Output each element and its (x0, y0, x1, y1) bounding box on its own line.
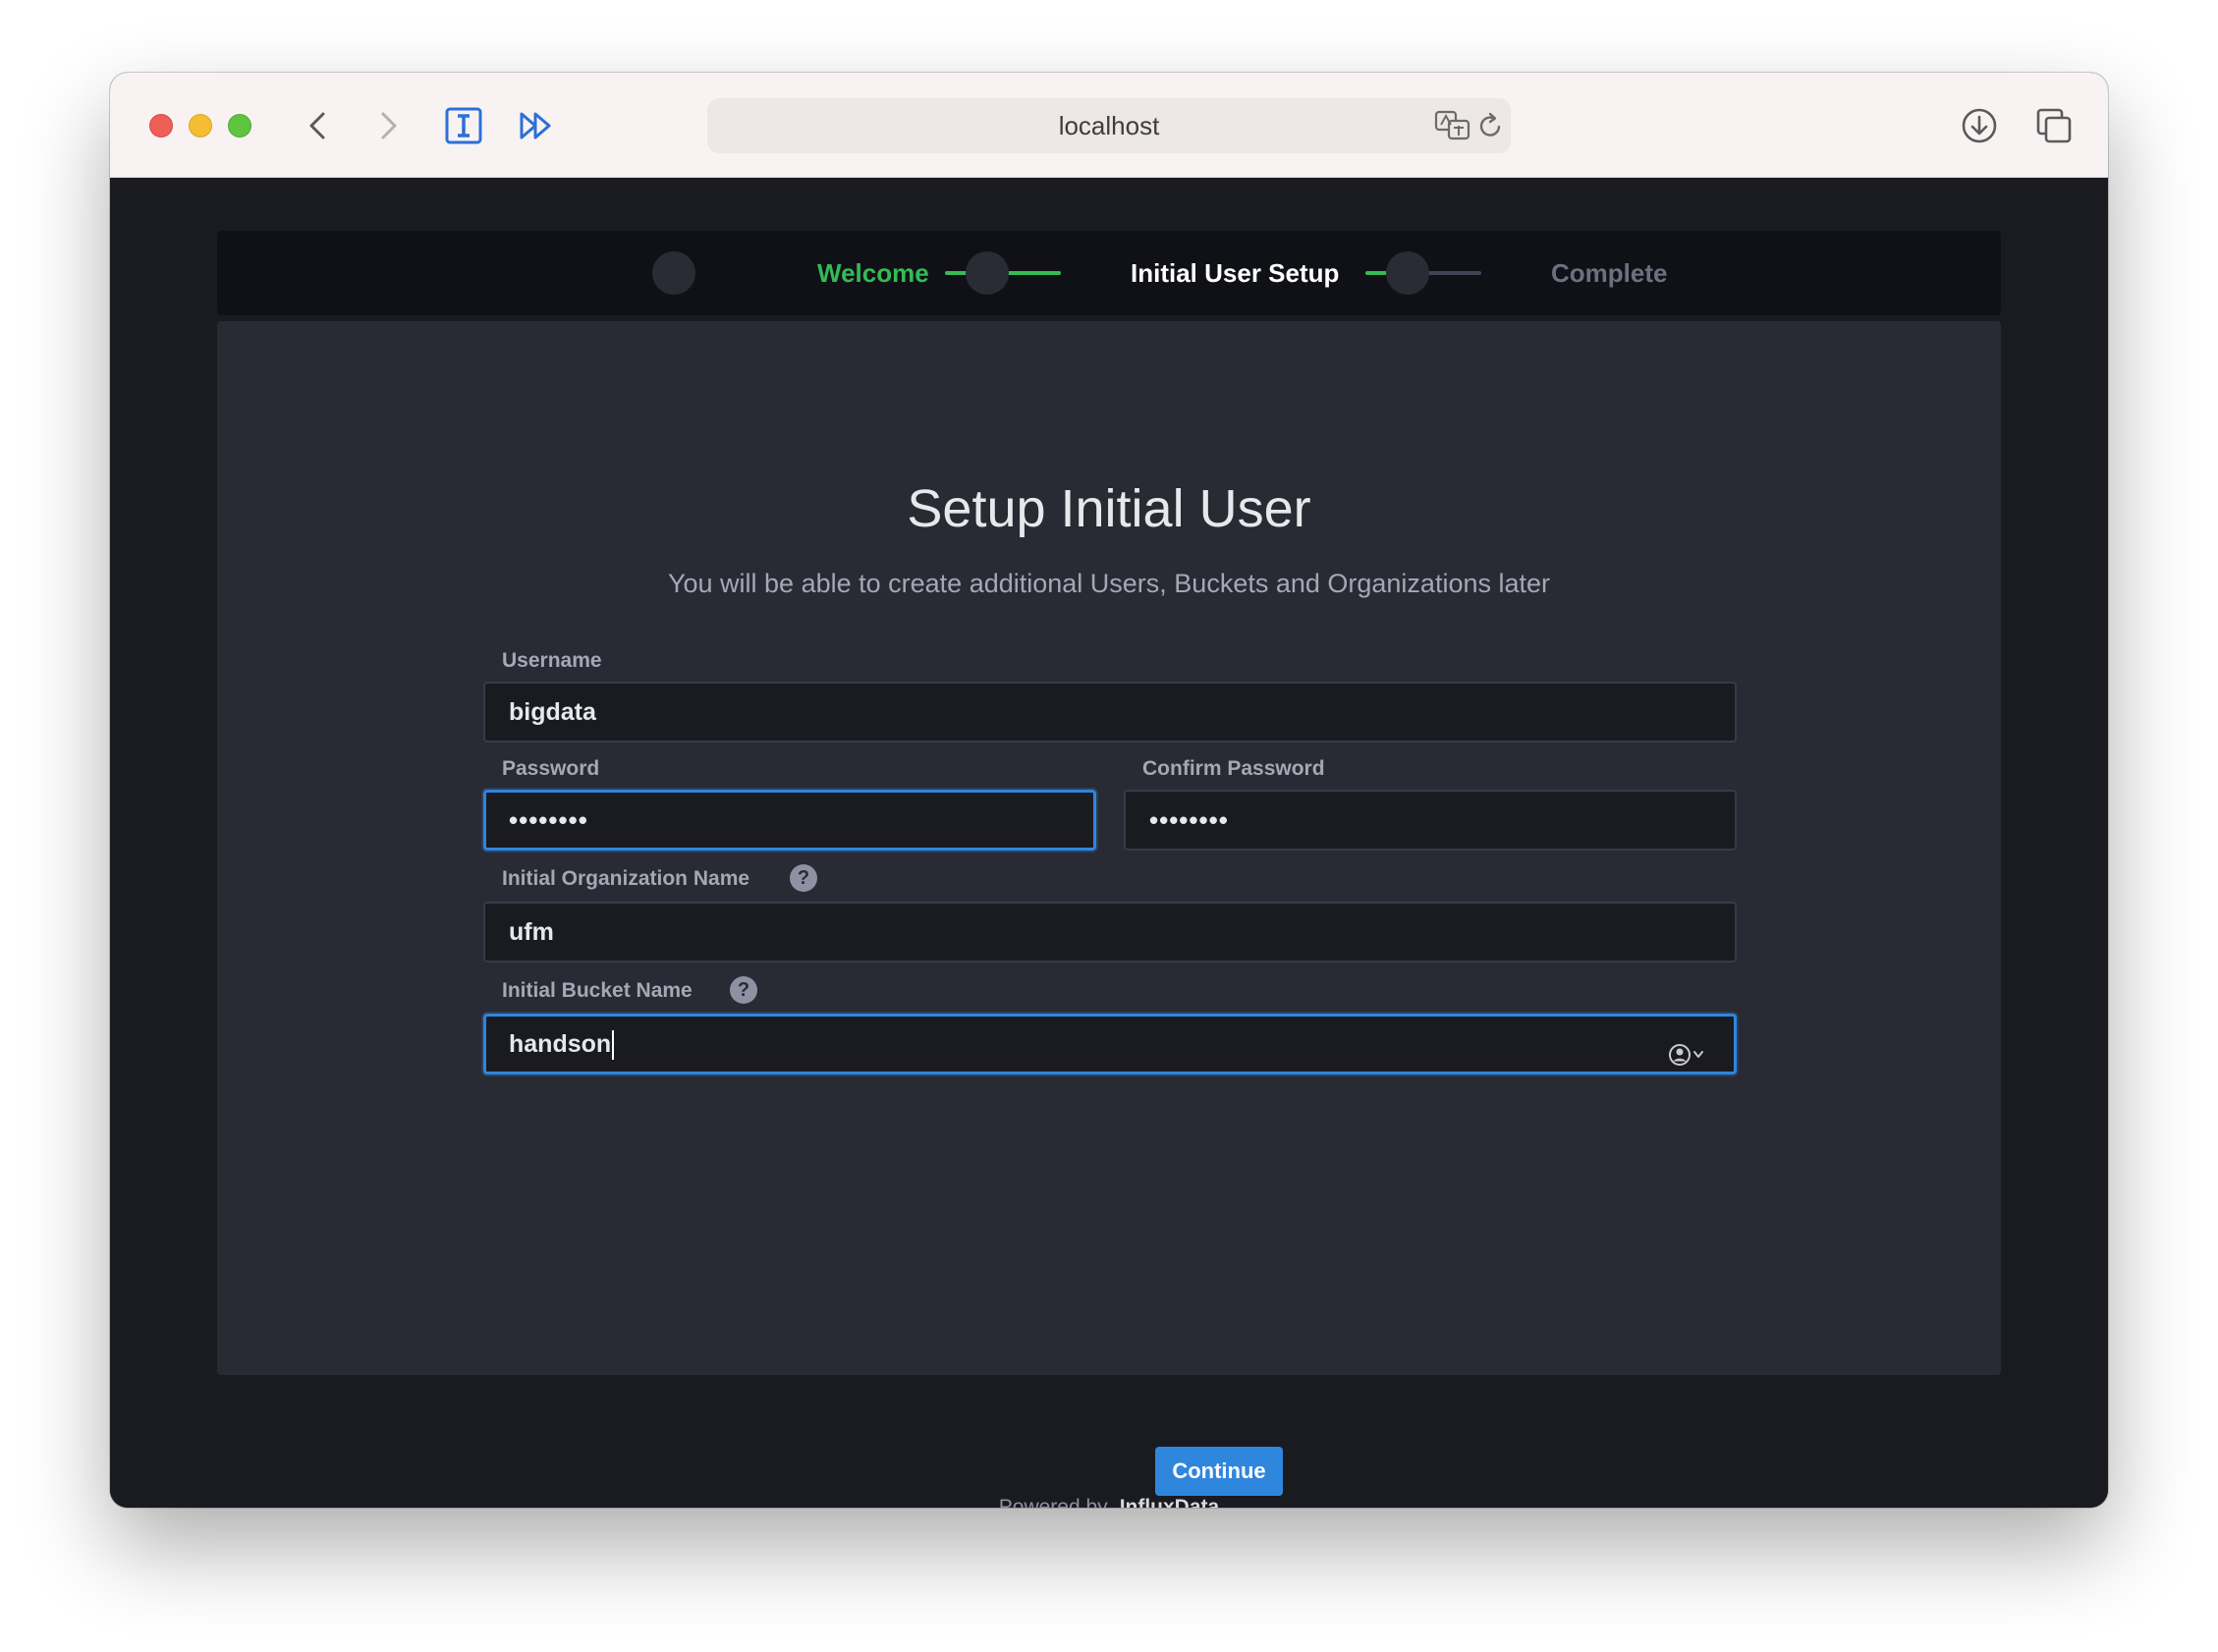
confirm-password-label: Confirm Password (1142, 757, 1325, 780)
page-content: Welcome Initial User Setup Complete Setu… (110, 178, 2108, 1508)
continue-button[interactable]: Continue (1155, 1447, 1283, 1496)
url-text: localhost (1058, 111, 1160, 140)
minimize-window-button[interactable] (189, 114, 212, 138)
setup-panel: Setup Initial User You will be able to c… (217, 321, 2001, 1496)
step-complete-dot (1386, 251, 1429, 295)
browser-window: localhost Welcome Initial User Setup Com… (110, 73, 2108, 1508)
page-subtitle: You will be able to create additional Us… (667, 569, 1550, 598)
step-complete-label: Complete (1551, 258, 1668, 288)
reload-icon[interactable] (1475, 110, 1505, 141)
step-welcome-dot (652, 251, 695, 295)
chevron-left-icon[interactable] (300, 106, 339, 145)
bucket-name-input[interactable]: handson (483, 1014, 1737, 1074)
bucket-name-value: handson (509, 1030, 612, 1058)
step-user-setup-dot (966, 251, 1009, 295)
org-help-icon[interactable]: ? (790, 864, 817, 892)
password-input[interactable]: •••••••• (483, 790, 1096, 851)
chevron-right-icon[interactable] (367, 106, 407, 145)
org-name-input[interactable]: ufm (483, 902, 1737, 963)
footer: Powered by InfluxData (110, 1496, 2108, 1508)
password-label: Password (502, 757, 600, 780)
step-user-setup-label: Initial User Setup (1131, 258, 1340, 288)
bucket-name-label: Initial Bucket Name (502, 979, 693, 1002)
address-bar[interactable]: localhost (707, 98, 1511, 153)
password-manager-icon[interactable] (1667, 1032, 1708, 1066)
username-input[interactable]: bigdata (483, 682, 1737, 743)
fast-forward-icon[interactable] (517, 106, 556, 145)
setup-stepper: Welcome Initial User Setup Complete (217, 231, 2001, 315)
org-name-label: Initial Organization Name (502, 867, 750, 890)
zoom-window-button[interactable] (228, 114, 251, 138)
username-label: Username (502, 649, 602, 672)
tabs-icon[interactable] (2034, 106, 2074, 145)
footer-prefix: Powered by (998, 1496, 1108, 1508)
footer-brand-link[interactable]: InfluxData (1120, 1496, 1220, 1508)
text-caret (612, 1030, 615, 1061)
browser-toolbar: localhost (110, 73, 2108, 178)
translate-icon[interactable] (1434, 108, 1471, 143)
step-welcome-label: Welcome (817, 258, 929, 288)
page-title: Setup Initial User (907, 479, 1311, 538)
download-icon[interactable] (1960, 106, 1999, 145)
text-cursor-icon[interactable] (444, 106, 483, 145)
confirm-password-input[interactable]: •••••••• (1124, 790, 1737, 851)
bucket-help-icon[interactable]: ? (730, 976, 757, 1004)
close-window-button[interactable] (149, 114, 173, 138)
